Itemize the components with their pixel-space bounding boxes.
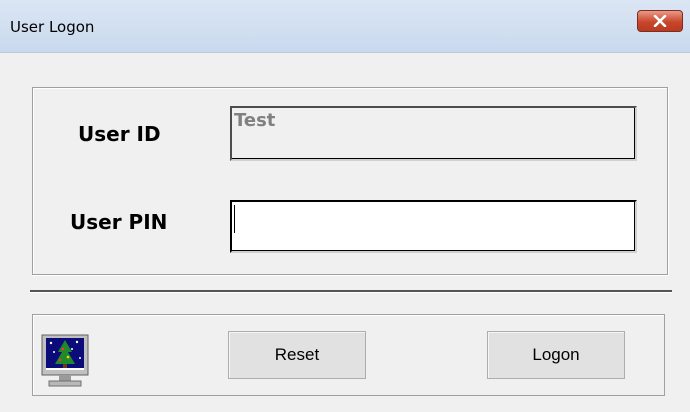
text-caret bbox=[234, 205, 235, 233]
close-x-icon bbox=[653, 15, 667, 27]
user-id-label: User ID bbox=[78, 122, 161, 146]
reset-button[interactable]: Reset bbox=[228, 331, 366, 379]
user-id-field[interactable]: Test bbox=[230, 106, 637, 161]
user-logon-dialog: User Logon User ID Test User PIN Reset L… bbox=[0, 0, 690, 412]
user-pin-field[interactable] bbox=[230, 200, 637, 253]
close-button[interactable] bbox=[637, 10, 683, 32]
separator-line bbox=[30, 290, 672, 293]
logon-button[interactable]: Logon bbox=[487, 331, 625, 379]
user-pin-label: User PIN bbox=[70, 210, 168, 234]
monitor-christmas-tree-icon bbox=[41, 334, 89, 387]
window-title: User Logon bbox=[10, 18, 95, 36]
title-bar[interactable]: User Logon bbox=[0, 0, 690, 53]
